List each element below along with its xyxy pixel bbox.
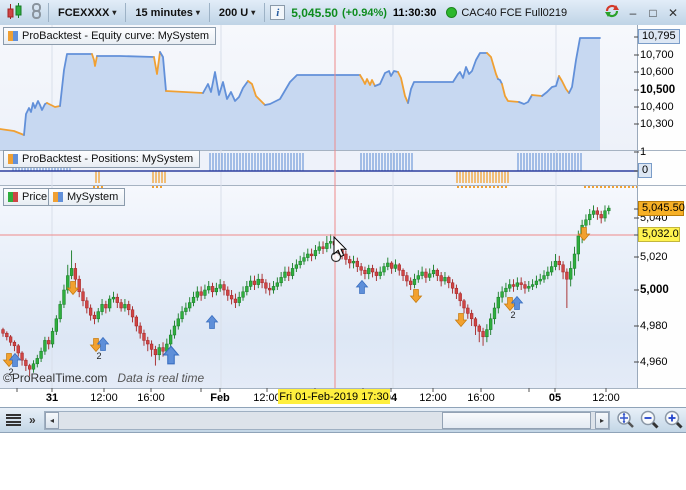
close-button[interactable]: ✕: [666, 6, 680, 20]
trade-quantity-label: 2: [510, 310, 515, 320]
axis-tick-label: 5,000: [640, 284, 669, 296]
axis-tick-label: 4,980: [640, 320, 668, 332]
axis-tick-label: 5,032.0: [638, 227, 680, 242]
watermark: ©ProRealTime.com Data is real time: [3, 371, 204, 385]
chevron-down-icon: ▾: [251, 8, 255, 17]
trade-quantity-label: 2: [8, 367, 13, 377]
time-tick-label: 12:00: [592, 392, 620, 404]
feed-status-dot: [446, 7, 457, 18]
chevron-down-icon: ▾: [112, 8, 116, 17]
axis-tick-label: 10,600: [640, 66, 674, 78]
menu-icon[interactable]: [6, 414, 21, 426]
axis-tick-label: 10,500: [640, 84, 675, 96]
zoom-in-icon[interactable]: [662, 409, 684, 431]
toolbar-separator: [125, 3, 126, 22]
minimize-button[interactable]: –: [626, 6, 640, 20]
probacktest-icon: [8, 31, 18, 41]
chevron-down-icon: ▾: [196, 8, 200, 17]
toolbar-separator: [48, 3, 49, 22]
price-series-label[interactable]: Price: [3, 188, 54, 206]
toolbar-separator: [264, 3, 265, 22]
scrollbar-thumb[interactable]: [442, 412, 591, 429]
time-tick-label: 12:00: [253, 392, 281, 404]
time-tick-label: Feb: [210, 392, 230, 404]
timeframe-dropdown[interactable]: 15 minutes▾: [131, 7, 203, 19]
instrument-dropdown[interactable]: FCEXXXX▾: [54, 7, 120, 19]
positions-pane-label[interactable]: ProBacktest - Positions: MySystem: [3, 150, 200, 168]
refresh-icon[interactable]: [604, 3, 620, 22]
axis-tick-label: 0: [638, 163, 652, 178]
axis-tick-label: 1: [640, 146, 646, 158]
time-scrollbar[interactable]: ◂ ▸: [44, 411, 610, 430]
system-series-label[interactable]: MySystem: [48, 188, 125, 206]
chart-window: FCEXXXX▾ 15 minutes▾ 200 U▾ i 5,045.50 (…: [0, 0, 686, 433]
realtime-data-note: Data is real time: [117, 371, 204, 385]
time-tick-label: 31: [46, 392, 58, 404]
time-tick-label: 16:00: [467, 392, 495, 404]
units-dropdown[interactable]: 200 U▾: [215, 7, 259, 19]
toolbar-separator: [209, 3, 210, 22]
info-icon[interactable]: i: [270, 5, 285, 20]
last-price: 5,045.50: [291, 6, 338, 20]
axis-tick-label: 10,700: [640, 49, 674, 61]
cursor-date-box: Fri 01-Feb-2019 17:30: [278, 389, 390, 404]
contract-name: CAC40 FCE Full0219: [461, 7, 567, 19]
axis-tick-label: 10,400: [640, 101, 674, 113]
maximize-button[interactable]: □: [646, 6, 660, 20]
probacktest-icon: [8, 154, 18, 164]
prorealtime-brand: ©ProRealTime.com: [3, 371, 107, 385]
title-bar: FCEXXXX▾ 15 minutes▾ 200 U▾ i 5,045.50 (…: [0, 0, 686, 26]
axis-tick-label: 5,045.50: [638, 201, 684, 216]
link-chain-icon[interactable]: [30, 3, 43, 22]
pane-separator[interactable]: [0, 185, 686, 186]
axis-tick-label: 5,020: [640, 251, 668, 263]
time-tick-label: 12:00: [90, 392, 118, 404]
price-series-icon: [8, 192, 18, 202]
price-change-percent: (+0.94%): [342, 7, 387, 19]
quote-clock: 11:30:30: [393, 7, 436, 19]
scroll-right-button[interactable]: ▸: [595, 412, 609, 429]
trade-quantity-label: 2: [96, 351, 101, 361]
axis-tick-label: 10,795: [638, 29, 680, 44]
mysystem-icon: [53, 192, 63, 202]
bottom-toolbar: » ◂ ▸: [0, 407, 686, 432]
scroll-left-button[interactable]: ◂: [45, 412, 59, 429]
zoom-fit-icon[interactable]: [614, 409, 636, 431]
equity-pane-label[interactable]: ProBacktest - Equity curve: MySystem: [3, 27, 216, 45]
time-tick-label: 12:00: [419, 392, 447, 404]
axis-tick-label: 4,960: [640, 356, 668, 368]
time-tick-label: 05: [549, 392, 561, 404]
candlestick-chart-icon[interactable]: [6, 3, 24, 23]
expand-toolbar-icon[interactable]: »: [29, 413, 36, 427]
axis-tick-label: 10,300: [640, 118, 674, 130]
zoom-out-icon[interactable]: [638, 409, 660, 431]
time-tick-label: 16:00: [137, 392, 165, 404]
